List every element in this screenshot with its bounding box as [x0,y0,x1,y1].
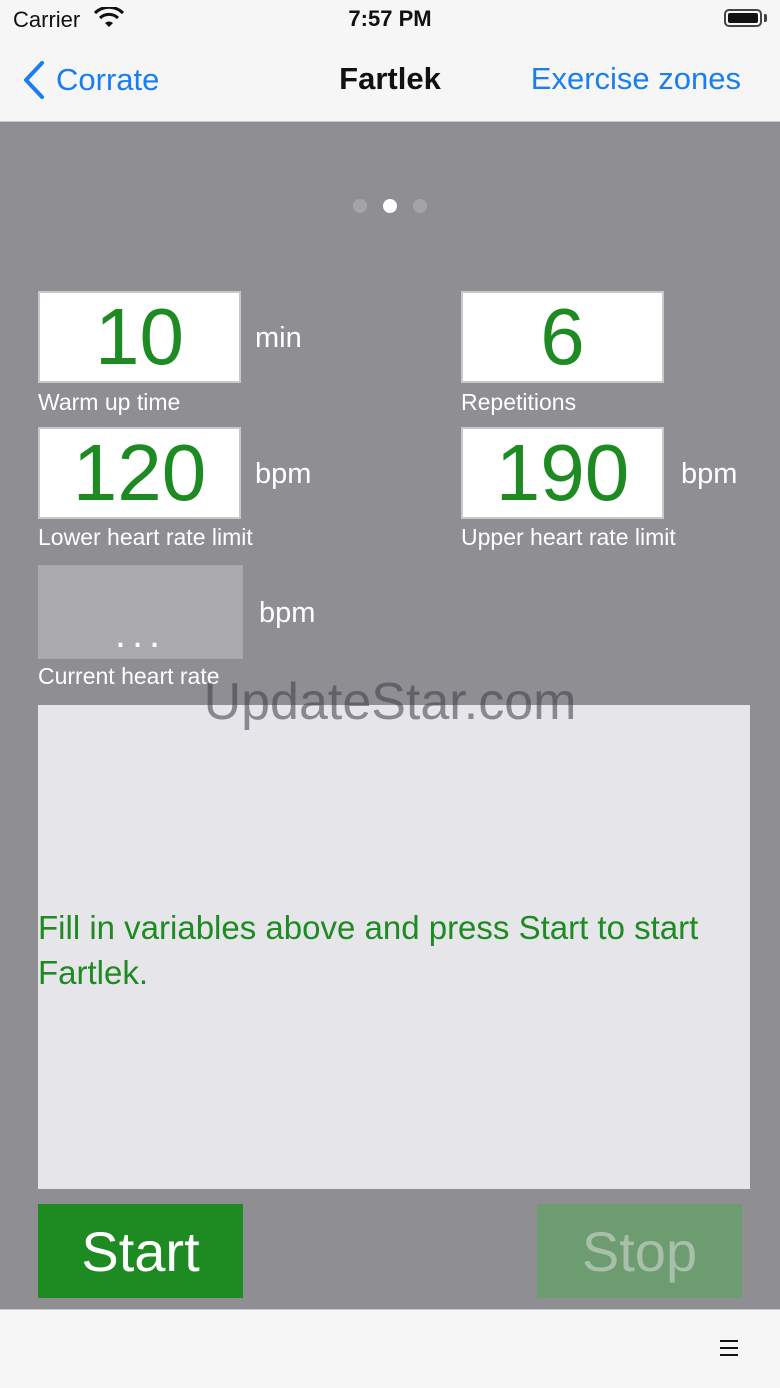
navigation-bar: Corrate Fartlek Exercise zones [0,40,780,122]
hamburger-menu-icon[interactable] [720,1340,738,1358]
instruction-message: Fill in variables above and press Start … [38,909,699,991]
upper-heart-rate-field[interactable]: 190 [461,427,664,519]
lower-heart-rate-label: Lower heart rate limit [38,524,253,550]
page-dot-2[interactable] [383,199,397,213]
watermark: UpdateStar.com [203,673,577,731]
upper-heart-rate-label: Upper heart rate limit [461,524,676,550]
start-button[interactable]: Start [38,1204,243,1298]
current-heart-rate-value: ... [114,612,167,656]
current-heart-rate-unit: bpm [259,597,316,629]
status-bar: Carrier 7:57 PM [0,0,780,40]
stop-button[interactable]: Stop [537,1204,742,1298]
current-heart-rate-display: ... [38,565,243,659]
lower-heart-rate-field[interactable]: 120 [38,427,241,519]
page-dot-1[interactable] [353,199,367,213]
status-time: 7:57 PM [348,6,432,31]
bottom-toolbar [0,1309,780,1388]
warmup-time-field[interactable]: 10 [38,291,241,383]
warmup-unit: min [255,322,302,354]
page-indicator[interactable] [353,199,427,213]
battery-icon [724,9,762,27]
exercise-zones-button[interactable]: Exercise zones [531,61,741,97]
repetitions-label: Repetitions [461,389,577,415]
upper-heart-rate-unit: bpm [681,458,738,490]
lower-heart-rate-unit: bpm [255,458,312,490]
repetitions-field[interactable]: 6 [461,291,664,383]
battery-tip [764,14,767,22]
page-dot-3[interactable] [413,199,427,213]
message-panel: Fill in variables above and press Start … [38,705,750,1189]
warmup-label: Warm up time [38,389,181,415]
